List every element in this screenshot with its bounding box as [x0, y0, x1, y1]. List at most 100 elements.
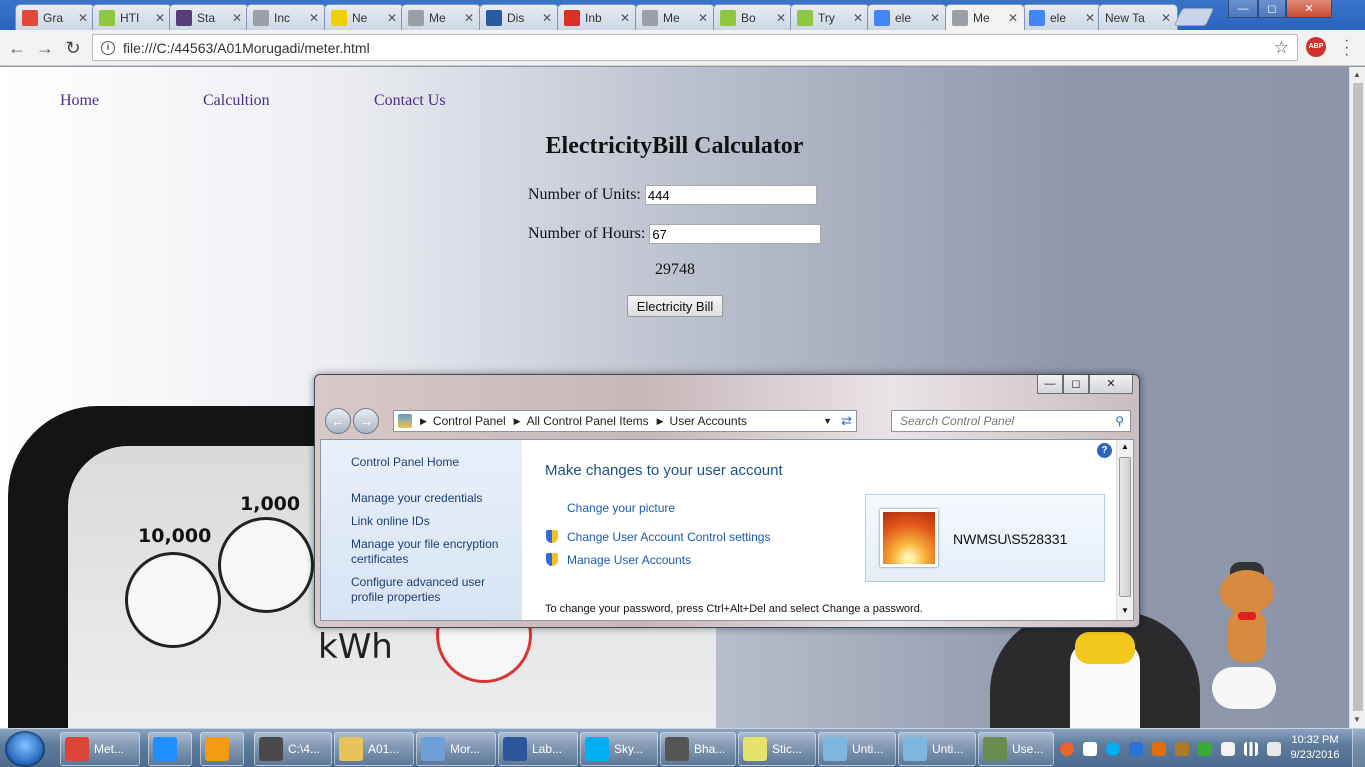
taskbar-item[interactable]: Bha... — [660, 732, 736, 766]
refresh-icon[interactable]: ⇄ — [841, 413, 852, 429]
cp-search-input[interactable]: Search Control Panel ⚲ — [891, 410, 1131, 432]
hours-input[interactable] — [649, 224, 822, 244]
close-tab-icon[interactable]: ✕ — [309, 11, 319, 25]
browser-tab[interactable]: Me ✕ — [635, 4, 715, 30]
cp-back-icon[interactable]: ← — [325, 408, 351, 434]
taskbar-item[interactable] — [148, 732, 192, 766]
address-bar[interactable]: i file:///C:/44563/A01Morugadi/meter.htm… — [92, 34, 1298, 61]
cp-online-ids-link[interactable]: Link online IDs — [351, 514, 430, 529]
browser-tab[interactable]: Dis ✕ — [479, 4, 559, 30]
network-icon[interactable] — [1244, 741, 1258, 756]
volume-icon[interactable] — [1267, 741, 1281, 756]
nav-contact-link[interactable]: Contact Us — [374, 92, 446, 110]
taskbar-item[interactable]: Sky... — [580, 732, 658, 766]
taskbar-item[interactable]: Stic... — [738, 732, 816, 766]
browser-tab[interactable]: Me ✕ — [945, 4, 1025, 30]
user-picture[interactable] — [880, 509, 938, 567]
cp-advanced-profile-link[interactable]: Configure advanced user profile properti… — [351, 575, 501, 605]
cp-maximize-button[interactable]: ◻ — [1063, 375, 1089, 394]
browser-tab[interactable]: Bo ✕ — [713, 4, 793, 30]
taskbar-item[interactable]: Use... — [978, 732, 1054, 766]
cp-home-link[interactable]: Control Panel Home — [351, 455, 459, 470]
forward-icon[interactable]: → — [34, 37, 56, 59]
hdd-icon[interactable] — [1175, 741, 1189, 756]
cp-close-button[interactable]: ✕ — [1089, 375, 1133, 394]
security-icon[interactable] — [1198, 741, 1212, 756]
adblock-icon[interactable]: ABP — [1306, 37, 1326, 57]
skype-tray-icon[interactable] — [1106, 741, 1120, 756]
browser-tab[interactable]: Me ✕ — [401, 4, 481, 30]
cp-scrollbar-thumb[interactable] — [1119, 457, 1131, 597]
close-tab-icon[interactable]: ✕ — [464, 11, 474, 25]
scroll-up-icon[interactable]: ▲ — [1353, 70, 1361, 79]
close-tab-icon[interactable]: ✕ — [542, 11, 552, 25]
close-tab-icon[interactable]: ✕ — [1008, 11, 1018, 25]
cp-forward-icon[interactable]: → — [353, 408, 379, 434]
taskbar-item[interactable] — [200, 732, 244, 766]
taskbar-item[interactable]: C:\4... — [254, 732, 332, 766]
close-tab-icon[interactable]: ✕ — [155, 11, 165, 25]
cp-encryption-link[interactable]: Manage your file encryption certificates — [351, 537, 511, 567]
help-icon[interactable]: ? — [1097, 443, 1112, 458]
nav-home-link[interactable]: Home — [60, 92, 99, 110]
browser-tab[interactable]: Gra ✕ — [15, 4, 95, 30]
dropbox-icon[interactable] — [1083, 741, 1097, 756]
new-tab-button[interactable] — [1173, 8, 1215, 26]
browser-tab[interactable]: Sta ✕ — [169, 4, 249, 30]
bluetooth-icon[interactable] — [1129, 741, 1143, 756]
taskbar-item[interactable]: A01... — [334, 732, 414, 766]
address-dropdown-icon[interactable]: ▼ — [823, 416, 832, 426]
browser-tab[interactable]: Inb ✕ — [557, 4, 637, 30]
info-icon[interactable]: i — [101, 40, 115, 55]
browser-tab[interactable]: Try ✕ — [790, 4, 870, 30]
minimize-button[interactable]: — — [1228, 0, 1258, 18]
taskbar-item[interactable]: Unti... — [818, 732, 896, 766]
reload-icon[interactable]: ↻ — [62, 37, 84, 59]
scrollbar-thumb[interactable] — [1353, 83, 1363, 711]
browser-tab[interactable]: ele ✕ — [1022, 4, 1102, 30]
scroll-down-icon[interactable]: ▼ — [1353, 715, 1361, 724]
cp-address-bar[interactable]: ▶ Control Panel ▶ All Control Panel Item… — [393, 410, 857, 432]
close-tab-icon[interactable]: ✕ — [776, 11, 786, 25]
browser-tab[interactable]: Inc ✕ — [246, 4, 326, 30]
close-tab-icon[interactable]: ✕ — [930, 11, 940, 25]
breadcrumb-all-items[interactable]: All Control Panel Items — [527, 414, 649, 428]
manage-accounts-link[interactable]: Manage User Accounts — [567, 553, 691, 567]
close-tab-icon[interactable]: ✕ — [1085, 11, 1095, 25]
show-desktop-button[interactable] — [1352, 729, 1365, 767]
taskbar-item[interactable]: Met... — [60, 732, 140, 766]
electricity-bill-button[interactable]: Electricity Bill — [627, 295, 723, 317]
update-icon[interactable] — [1060, 741, 1074, 756]
cp-scroll-up-icon[interactable]: ▲ — [1121, 442, 1129, 451]
close-tab-icon[interactable]: ✕ — [387, 11, 397, 25]
menu-icon[interactable]: · · · — [1344, 33, 1349, 63]
bookmark-star-icon[interactable]: ☆ — [1274, 38, 1289, 58]
breadcrumb-user-accounts[interactable]: User Accounts — [670, 414, 747, 428]
device-icon[interactable] — [1221, 741, 1235, 756]
close-tab-icon[interactable]: ✕ — [853, 11, 863, 25]
close-tab-icon[interactable]: ✕ — [698, 11, 708, 25]
close-tab-icon[interactable]: ✕ — [232, 11, 242, 25]
close-tab-icon[interactable]: ✕ — [78, 11, 88, 25]
browser-tab[interactable]: New Ta ✕ — [1098, 4, 1178, 30]
cp-credentials-link[interactable]: Manage your credentials — [351, 491, 482, 506]
browser-tab[interactable]: ele ✕ — [867, 4, 947, 30]
cp-minimize-button[interactable]: — — [1037, 375, 1063, 394]
clock[interactable]: 10:32 PM 9/23/2016 — [1282, 733, 1348, 763]
office-upload-icon[interactable] — [1152, 741, 1166, 756]
close-tab-icon[interactable]: ✕ — [620, 11, 630, 25]
taskbar-item[interactable]: Unti... — [898, 732, 976, 766]
search-icon[interactable]: ⚲ — [1115, 411, 1124, 431]
close-tab-icon[interactable]: ✕ — [1161, 11, 1171, 25]
taskbar-item[interactable]: Lab... — [498, 732, 578, 766]
taskbar-item[interactable]: Mor... — [416, 732, 496, 766]
breadcrumb-control-panel[interactable]: Control Panel — [433, 414, 506, 428]
close-window-button[interactable]: ✕ — [1286, 0, 1332, 18]
cp-scroll-down-icon[interactable]: ▼ — [1121, 606, 1129, 615]
nav-calculation-link[interactable]: Calcultion — [203, 92, 270, 110]
units-input[interactable] — [644, 185, 817, 205]
change-picture-link[interactable]: Change your picture — [567, 501, 675, 515]
start-button[interactable] — [5, 731, 45, 767]
back-icon[interactable]: ← — [6, 37, 28, 59]
browser-tab[interactable]: HTI ✕ — [92, 4, 172, 30]
